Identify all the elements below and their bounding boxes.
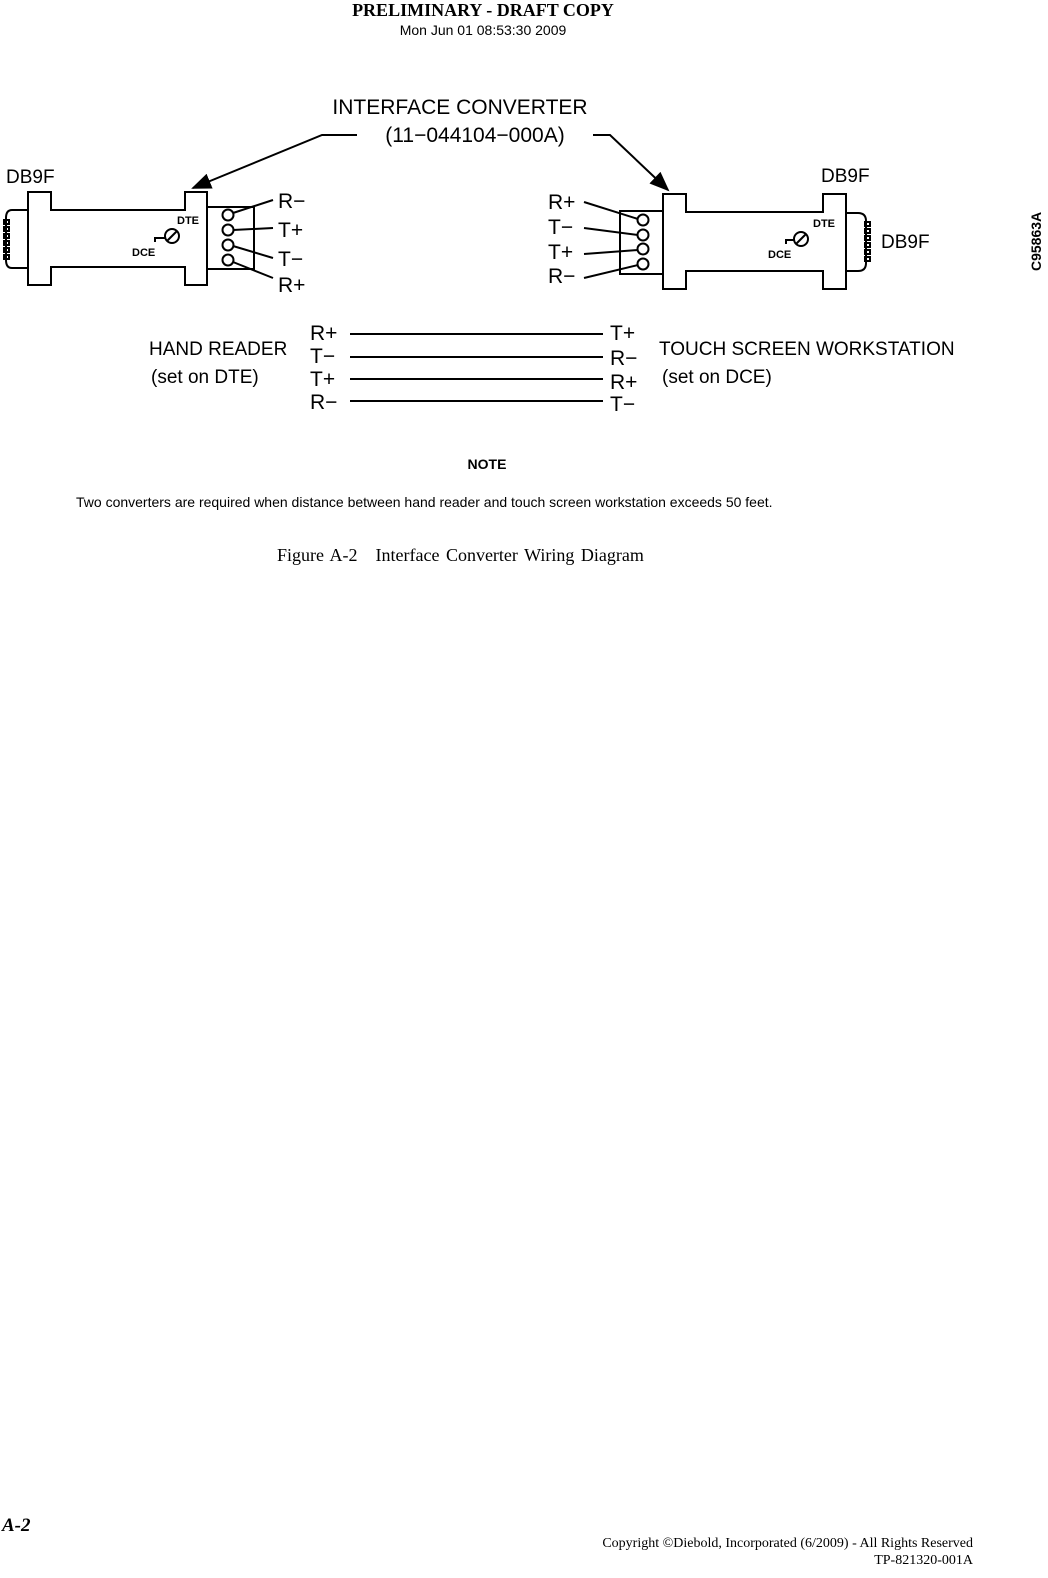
note-body: Two converters are required when distanc… xyxy=(76,494,773,510)
wire-connection: T− R− xyxy=(310,345,637,370)
right-lead xyxy=(583,227,639,236)
right-dte-label: DTE xyxy=(813,218,835,230)
wire-from: R+ xyxy=(310,322,337,345)
wire-connection: R− T− xyxy=(310,391,635,416)
callout-title: INTERFACE CONVERTER xyxy=(332,96,587,119)
figure-number: Figure A-2 xyxy=(277,545,358,565)
callout-part-number: (11−044104−000A) xyxy=(385,124,564,147)
right-terminal xyxy=(636,228,650,242)
left-terminal-label: T+ xyxy=(278,219,303,242)
wire-to: T+ xyxy=(610,322,635,345)
callout-leader-right xyxy=(593,134,670,192)
document-number: TP-821320-001A xyxy=(874,1553,973,1568)
footer-copyright-block: Copyright ©Diebold, Incorporated (6/2009… xyxy=(602,1535,973,1569)
page-number: A-2 xyxy=(2,1515,31,1536)
right-terminal xyxy=(636,213,650,227)
right-dte-dce-switch: DTE DCE xyxy=(768,218,835,261)
note-heading: NOTE xyxy=(467,456,507,472)
left-dce-label: DCE xyxy=(132,247,155,259)
left-dte-dce-switch: DTE DCE xyxy=(132,215,199,259)
left-terminal xyxy=(221,208,235,222)
right-device-setting: (set on DCE) xyxy=(662,367,772,388)
copyright-notice: Copyright ©Diebold, Incorporated (6/2009… xyxy=(602,1536,973,1551)
wire-connection: T+ R+ xyxy=(310,368,637,394)
left-terminal xyxy=(221,223,235,237)
left-terminal-label: R− xyxy=(278,190,305,213)
wire-from: T+ xyxy=(310,368,335,391)
left-terminal xyxy=(221,253,235,267)
figure-caption: Figure A-2 Interface Converter Wiring Dia… xyxy=(277,545,644,566)
right-db9-plug xyxy=(846,212,867,272)
wire-from: R− xyxy=(310,391,337,414)
left-db9f-label: DB9F xyxy=(6,167,55,188)
right-converter-body xyxy=(662,193,847,290)
left-terminal-label: R+ xyxy=(278,274,305,297)
left-device-setting: (set on DTE) xyxy=(151,367,259,388)
right-converter: DB9F DB9F R+ T− T+ R− DTE DCE xyxy=(548,166,930,290)
left-dte-label: DTE xyxy=(177,215,199,227)
left-converter-body xyxy=(27,191,208,286)
right-terminal xyxy=(636,257,650,271)
wire-to: R− xyxy=(610,347,637,370)
left-terminal-block xyxy=(207,206,255,270)
figure-title: Interface Converter Wiring Diagram xyxy=(375,545,644,565)
right-terminal-block xyxy=(619,210,663,275)
wire-to: T− xyxy=(610,393,635,416)
wire-to: R+ xyxy=(610,371,637,394)
right-terminal-label: T− xyxy=(548,216,573,239)
wire-connection: R+ T+ xyxy=(310,322,635,345)
left-converter: DB9F R− T+ T− R+ DTE DCE xyxy=(3,167,305,297)
right-device-name: TOUCH SCREEN WORKSTATION xyxy=(659,339,955,360)
drawing-id: C95863A xyxy=(1028,212,1044,271)
converter-callout: INTERFACE CONVERTER (11−044104−000A) xyxy=(191,96,670,192)
right-terminal-label: T+ xyxy=(548,241,573,264)
right-terminal xyxy=(636,242,650,256)
wiring-map: HAND READER (set on DTE) TOUCH SCREEN WO… xyxy=(149,322,955,416)
right-lead xyxy=(583,249,639,255)
right-db9f-top-label: DB9F xyxy=(821,166,870,187)
left-lead xyxy=(232,227,274,231)
wire-from: T− xyxy=(310,345,335,368)
callout-leader-left xyxy=(191,134,357,189)
right-lead xyxy=(583,264,639,279)
right-dce-label: DCE xyxy=(768,249,791,261)
wiring-diagram: INTERFACE CONVERTER (11−044104−000A) C95… xyxy=(3,96,1044,416)
left-terminal xyxy=(221,238,235,252)
right-db9f-side-label: DB9F xyxy=(881,232,930,253)
left-device-name: HAND READER xyxy=(149,339,287,360)
right-terminal-label: R− xyxy=(548,265,575,288)
left-terminal-label: T− xyxy=(278,248,303,271)
right-terminal-label: R+ xyxy=(548,191,575,214)
